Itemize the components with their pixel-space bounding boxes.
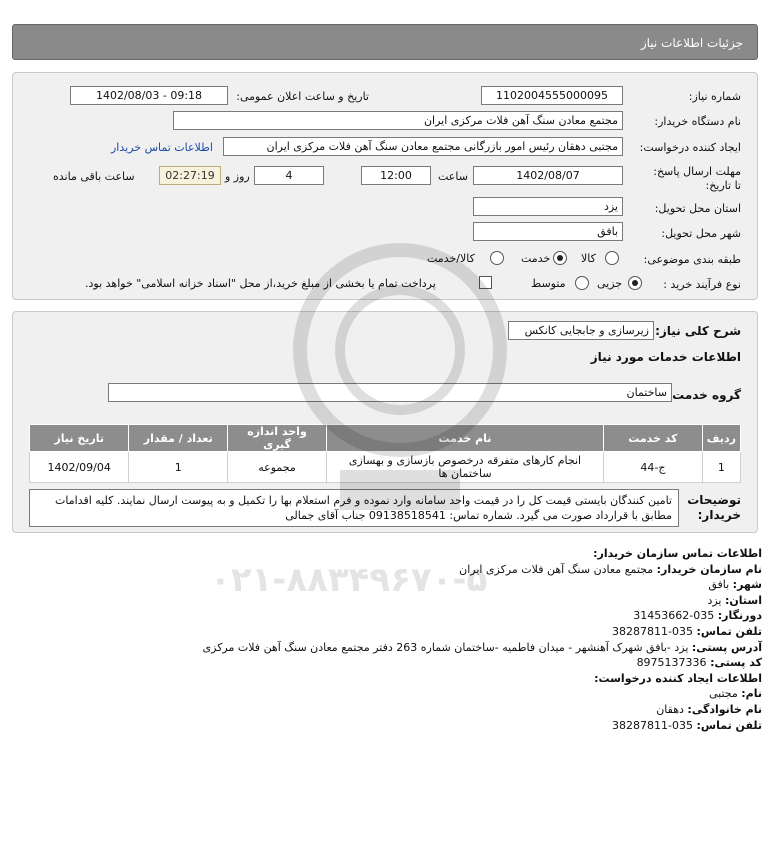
days-field[interactable]: 4: [254, 166, 324, 185]
province-label: استان محل تحویل:: [654, 202, 741, 215]
page-title: جزئیات اطلاعات نیاز: [640, 36, 743, 50]
services-table: تاریخ نیاز تعداد / مقدار واحد اندازه گیر…: [28, 424, 742, 483]
category-radio-goods[interactable]: [605, 251, 619, 265]
announce-label: تاریخ و ساعت اعلان عمومی:: [236, 90, 369, 103]
process-option-medium: متوسط: [531, 277, 566, 290]
process-radio-medium[interactable]: [575, 276, 589, 290]
need-number-field[interactable]: 1102004555000095: [481, 86, 623, 105]
last-name-line: نام خانوادگی: دهقان: [656, 702, 762, 716]
process-label: نوع فرآیند خرید :: [663, 278, 741, 291]
cell-quantity: 1: [128, 451, 229, 483]
deadline-label: مهلت ارسال پاسخ: تا تاریخ:: [653, 165, 741, 192]
city-label: شهر محل تحویل:: [661, 227, 741, 240]
org-name-line: نام سازمان خریدار: مجتمع معادن سنگ آهن ف…: [459, 562, 762, 576]
buyer-label: نام دستگاه خریدار:: [654, 115, 741, 128]
table-header-row: تاریخ نیاز تعداد / مقدار واحد اندازه گیر…: [28, 424, 742, 452]
province-line: استان: یزد: [707, 593, 762, 607]
cell-service-name: انجام کارهای متفرقه درخصوص بازسازی و بهس…: [325, 451, 605, 483]
service-group-label: گروه خدمت:: [667, 388, 741, 402]
cell-service-code: ج-44: [603, 451, 703, 483]
cell-unit: مجموعه: [227, 451, 327, 483]
city-line: شهر: بافق: [708, 578, 762, 592]
creator-field[interactable]: مجتبی دهقان رئیس امور بازرگانی مجتمع معا…: [223, 137, 623, 156]
cell-date: 1402/09/04: [28, 451, 130, 483]
buyer-field[interactable]: مجتمع معادن سنگ آهن فلات مرکزی ایران: [173, 111, 623, 130]
services-panel: شرح کلی نیاز: زیرسازی و جابجایی کانکس اط…: [12, 311, 758, 533]
category-radio-service[interactable]: [553, 251, 567, 265]
service-group-field[interactable]: ساختمان: [108, 383, 672, 402]
buyer-contact-link[interactable]: اطلاعات تماس خریدار: [111, 141, 213, 154]
category-radio-goods-service[interactable]: [490, 251, 504, 265]
postal-line: کد پستی: 8975137336: [636, 656, 762, 670]
cell-row-index: 1: [701, 451, 742, 483]
buyer-notes-label: توضیحات خریدار:: [687, 493, 741, 522]
col-row-index: ردیف: [701, 424, 742, 452]
summary-label: شرح کلی نیاز:: [655, 324, 741, 338]
col-quantity: تعداد / مقدار: [128, 424, 229, 452]
deadline-date-field[interactable]: 1402/08/07: [473, 166, 623, 185]
treasury-payment-checkbox[interactable]: [479, 276, 492, 289]
org-contact-title: اطلاعات تماس سازمان خریدار:: [593, 547, 762, 560]
col-service-name: نام خدمت: [325, 424, 605, 452]
contact-info: اطلاعات تماس سازمان خریدار: نام سازمان خ…: [203, 546, 762, 733]
fax-line: دورنگار: 035-31453662: [633, 609, 762, 623]
details-panel: شماره نیاز: 1102004555000095 تاریخ و ساع…: [12, 72, 758, 300]
city-field[interactable]: بافق: [473, 222, 623, 241]
payment-note: پرداخت تمام یا بخشی از مبلغ خرید،از محل …: [85, 277, 436, 290]
province-field[interactable]: یزد: [473, 197, 623, 216]
deadline-time-field[interactable]: 12:00: [361, 166, 431, 185]
buyer-notes-field: تامین کنندگان بایستی قیمت کل را در قیمت …: [29, 489, 679, 527]
remaining-label: ساعت باقی مانده: [53, 170, 135, 183]
need-number-label: شماره نیاز:: [688, 90, 741, 103]
category-option-service: خدمت: [521, 252, 551, 265]
phone-line: تلفن تماس: 035-38287811: [612, 624, 762, 638]
category-option-goods-service: کالا/خدمت: [427, 252, 475, 265]
page-header: جزئیات اطلاعات نیاز: [12, 24, 758, 60]
summary-field[interactable]: زیرسازی و جابجایی کانکس: [508, 321, 654, 340]
remaining-timer: 02:27:19: [159, 166, 221, 185]
creator-label: ایجاد کننده درخواست:: [639, 141, 741, 154]
services-section-title: اطلاعات خدمات مورد نیاز: [590, 350, 741, 364]
category-option-goods: کالا: [581, 252, 596, 265]
category-label: طبقه بندی موضوعی:: [643, 253, 741, 266]
announce-field[interactable]: 1402/08/03 - 09:18: [70, 86, 228, 105]
creator-phone-line: تلفن تماس: 035-38287811: [612, 718, 762, 732]
deadline-time-label: ساعت: [438, 170, 468, 183]
creator-contact-title: اطلاعات ایجاد کننده درخواست:: [594, 671, 762, 685]
days-label: روز و: [225, 170, 250, 183]
address-line: آدرس پستی: یزد -بافق شهرک آهنشهر - میدان…: [202, 640, 762, 654]
col-unit: واحد اندازه گیری: [227, 424, 327, 452]
first-name-line: نام: مجتبی: [708, 687, 762, 701]
process-radio-minor[interactable]: [628, 276, 642, 290]
col-date: تاریخ نیاز: [28, 424, 130, 452]
col-service-code: کد خدمت: [603, 424, 703, 452]
process-option-minor: جزیی: [597, 277, 623, 290]
table-row[interactable]: 1402/09/04 1 مجموعه انجام کارهای متفرقه …: [28, 451, 742, 483]
